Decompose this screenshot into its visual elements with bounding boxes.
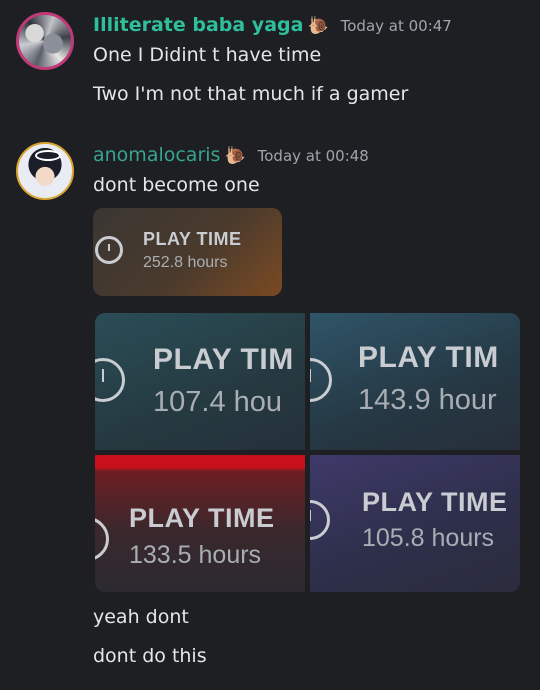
- halo-icon: [35, 150, 61, 161]
- timestamp: Today at 00:48: [257, 147, 369, 165]
- clock-icon: [95, 236, 123, 264]
- play-time-hours: 133.5 hours: [129, 541, 262, 569]
- image-attachment[interactable]: PLAY TIM 107.4 hou: [95, 313, 305, 450]
- play-time-hours: 105.8 hours: [362, 524, 495, 552]
- message-header: Illiterate baba yaga 🐌 Today at 00:47: [93, 14, 452, 36]
- image-attachment[interactable]: PLAY TIME 105.8 hours: [310, 455, 520, 592]
- play-time-title: PLAY TIM: [358, 341, 499, 374]
- username[interactable]: anomalocaris: [93, 144, 220, 166]
- username[interactable]: Illiterate baba yaga: [93, 14, 303, 36]
- message-header: anomalocaris 🐌 Today at 00:48: [93, 144, 369, 166]
- message-text: dont become one: [93, 174, 260, 196]
- clock-icon: [310, 358, 332, 402]
- message-text: yeah dont: [93, 606, 189, 628]
- clock-icon: [95, 517, 109, 561]
- play-time-title: PLAY TIM: [153, 343, 294, 376]
- image-attachment[interactable]: PLAY TIM 143.9 hour: [310, 313, 520, 450]
- play-time-hours: 143.9 hour: [358, 384, 497, 416]
- clock-icon: [95, 358, 125, 402]
- timestamp: Today at 00:47: [340, 17, 452, 35]
- image-attachment[interactable]: PLAY TIME 252.8 hours: [93, 208, 282, 296]
- play-time-hours: 252.8 hours: [143, 254, 228, 271]
- snail-icon: 🐌: [224, 146, 246, 166]
- image-attachment[interactable]: PLAY TIME 133.5 hours: [95, 455, 305, 592]
- play-time-title: PLAY TIME: [362, 487, 508, 517]
- avatar[interactable]: [16, 12, 74, 70]
- play-time-title: PLAY TIME: [143, 229, 242, 249]
- play-time-hours: 107.4 hou: [153, 386, 283, 418]
- message-text: dont do this: [93, 645, 207, 667]
- clock-icon: [310, 500, 330, 540]
- avatar[interactable]: [16, 142, 74, 200]
- message-text: Two I'm not that much if a gamer: [93, 83, 409, 105]
- snail-icon: 🐌: [307, 16, 329, 36]
- play-time-title: PLAY TIME: [129, 503, 275, 533]
- message-text: One I Didint t have time: [93, 44, 322, 66]
